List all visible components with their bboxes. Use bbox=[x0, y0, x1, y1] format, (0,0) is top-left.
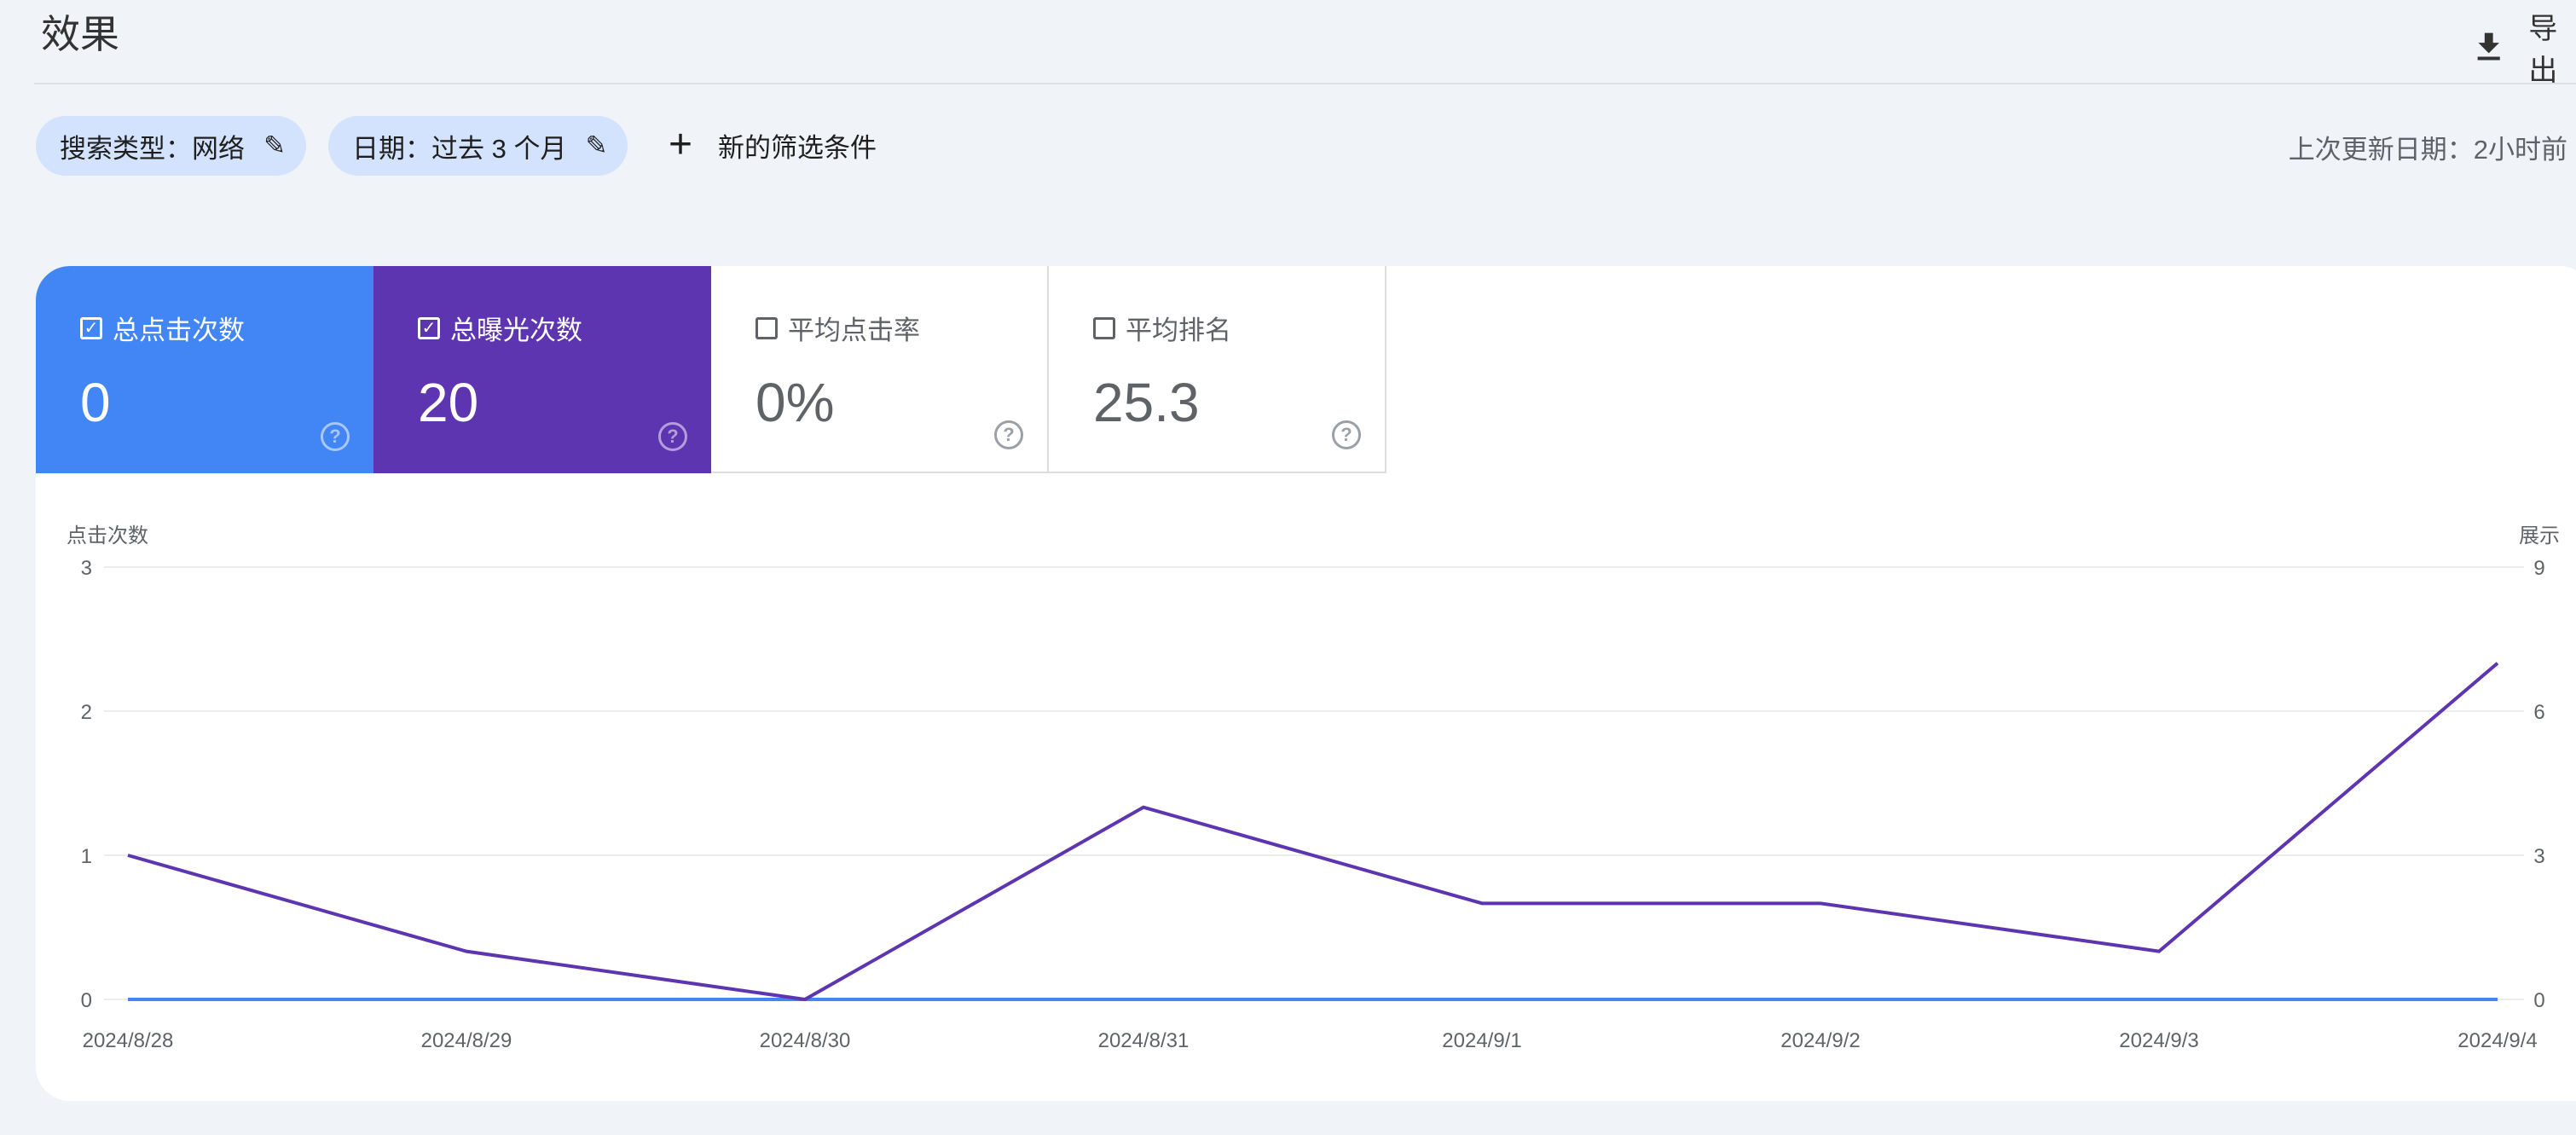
y-tick-left: 3 bbox=[81, 557, 92, 580]
series-line-1 bbox=[127, 662, 2499, 1002]
x-tick: 2024/8/31 bbox=[1098, 1029, 1190, 1052]
y-axis-title-left: 点击次数 bbox=[67, 524, 148, 547]
y-axis-title-right: 展示 bbox=[2519, 524, 2560, 547]
y-tick-left: 0 bbox=[81, 989, 92, 1012]
performance-chart: 点击次数 展示 0 1 2 3 0 3 6 9 2024/8/28 2024/8/29 2024/8/3… bbox=[67, 524, 2560, 1052]
y-tick-right: 0 bbox=[2533, 989, 2544, 1012]
x-tick: 2024/8/30 bbox=[760, 1029, 851, 1052]
y-tick-right: 3 bbox=[2533, 845, 2544, 868]
y-tick-right: 9 bbox=[2533, 557, 2544, 580]
y-tick-left: 2 bbox=[81, 701, 92, 724]
x-tick: 2024/8/28 bbox=[83, 1029, 174, 1052]
x-tick: 2024/9/3 bbox=[2119, 1029, 2198, 1052]
x-tick: 2024/9/1 bbox=[1442, 1029, 1521, 1052]
x-tick: 2024/9/2 bbox=[1780, 1029, 1860, 1052]
y-tick-left: 1 bbox=[81, 845, 92, 868]
x-tick: 2024/8/29 bbox=[421, 1029, 512, 1052]
y-tick-right: 6 bbox=[2533, 701, 2544, 724]
x-tick: 2024/9/4 bbox=[2457, 1029, 2537, 1052]
